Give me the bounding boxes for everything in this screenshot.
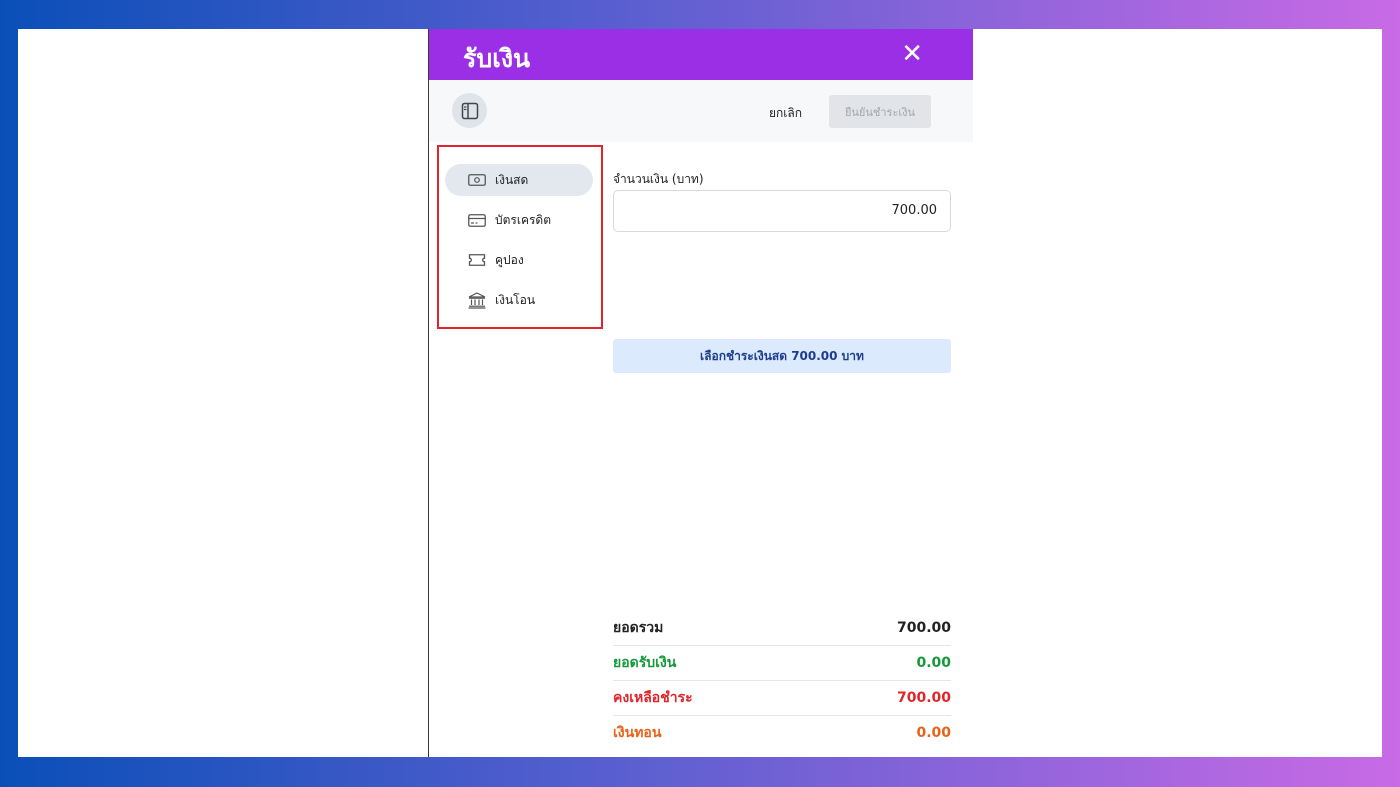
sidebar-panel-icon xyxy=(461,102,478,119)
summary-change-row: เงินทอน 0.00 xyxy=(613,716,951,750)
summary-total-row: ยอดรวม 700.00 xyxy=(613,611,951,646)
bank-icon xyxy=(467,291,487,309)
summary-total-label: ยอดรวม xyxy=(613,620,664,636)
sidebar-toggle-button[interactable] xyxy=(452,93,487,128)
summary-received-row: ยอดรับเงิน 0.00 xyxy=(613,646,951,681)
method-label: คูปอง xyxy=(495,252,524,267)
summary-change-label: เงินทอน xyxy=(613,725,662,741)
banknote-icon xyxy=(467,171,487,189)
summary-received-label: ยอดรับเงิน xyxy=(613,655,677,671)
method-label: บัตรเครดิต xyxy=(495,212,552,227)
summary-total-value: 700.00 xyxy=(896,620,951,636)
cancel-button[interactable]: ยกเลิก xyxy=(769,104,802,123)
method-label: เงินโอน xyxy=(495,292,536,307)
amount-input[interactable]: 700.00 xyxy=(613,190,951,232)
summary-remaining-value: 700.00 xyxy=(896,690,951,706)
credit-card-icon xyxy=(467,211,487,229)
summary-remaining-row: คงเหลือชำระ 700.00 xyxy=(613,681,951,716)
method-bank-transfer[interactable]: เงินโอน xyxy=(445,284,593,316)
select-cash-payment-button[interactable]: เลือกชำระเงินสด 700.00 บาท xyxy=(613,339,951,373)
amount-label: จำนวนเงิน (บาท) xyxy=(613,172,704,186)
dialog-title: รับเงิน xyxy=(463,44,531,73)
summary-change-value: 0.00 xyxy=(916,725,951,741)
coupon-icon xyxy=(467,251,487,269)
payment-method-list: เงินสด บัตรเครดิต คูปอง เงินโอน xyxy=(437,145,603,329)
summary-remaining-label: คงเหลือชำระ xyxy=(613,690,693,706)
dialog-header: รับเงิน ✕ xyxy=(429,29,973,80)
confirm-payment-button[interactable]: ยืนยันชำระเงิน xyxy=(829,95,931,128)
method-coupon[interactable]: คูปอง xyxy=(445,244,593,276)
dialog-toolbar: ยกเลิก ยืนยันชำระเงิน xyxy=(429,80,973,142)
method-cash[interactable]: เงินสด xyxy=(445,164,593,196)
payment-dialog: รับเงิน ✕ ยกเลิก ยืนยันชำระเงิน เงินสด บ… xyxy=(428,29,973,757)
screen-canvas: รับเงิน ✕ ยกเลิก ยืนยันชำระเงิน เงินสด บ… xyxy=(18,29,1382,757)
close-icon[interactable]: ✕ xyxy=(901,38,923,70)
payment-summary: ยอดรวม 700.00 ยอดรับเงิน 0.00 คงเหลือชำร… xyxy=(613,611,951,750)
method-label: เงินสด xyxy=(495,172,529,187)
summary-received-value: 0.00 xyxy=(916,655,951,671)
method-credit-card[interactable]: บัตรเครดิต xyxy=(445,204,593,236)
